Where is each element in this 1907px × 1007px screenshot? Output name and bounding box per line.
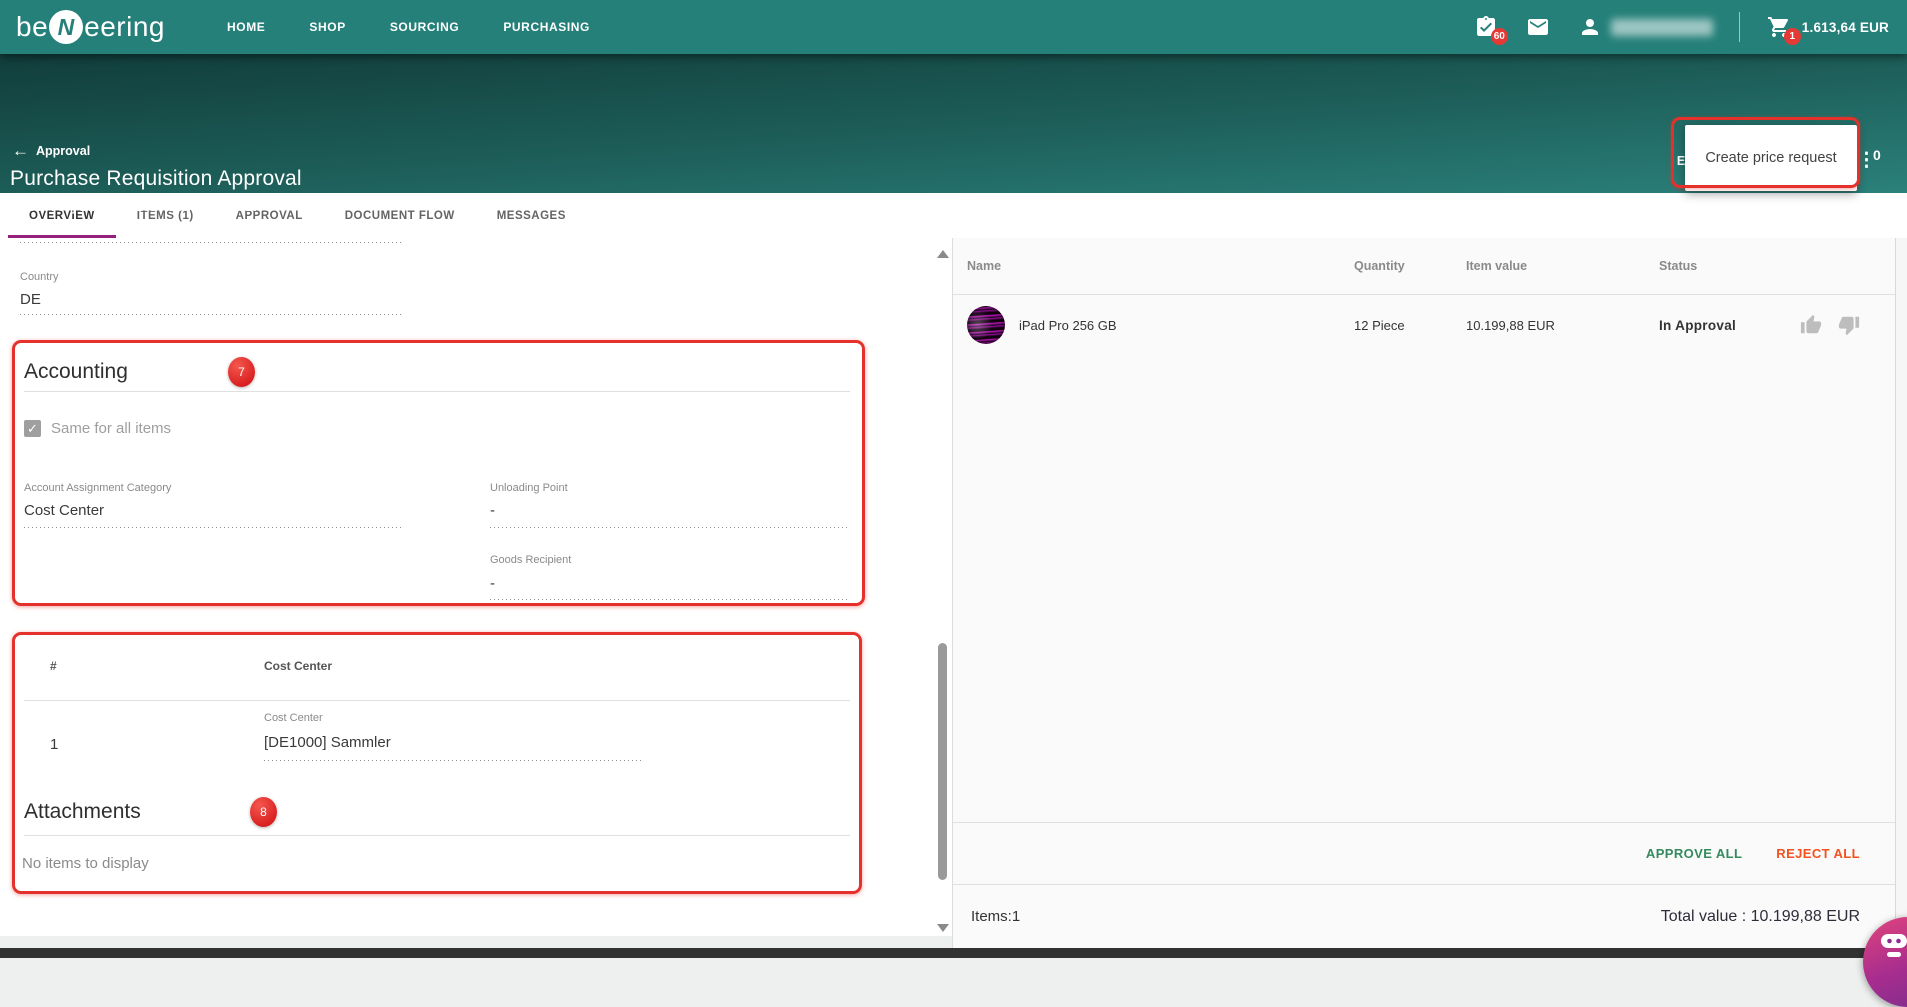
bottom-bar	[0, 948, 1907, 958]
attachments-divider	[24, 835, 850, 836]
left-panel-scrollbar	[934, 238, 951, 948]
back-link[interactable]: ← Approval	[12, 144, 90, 158]
truncated-field-underline	[20, 242, 402, 243]
tab-document-flow[interactable]: DOCUMENT FLOW	[324, 193, 476, 238]
nav-item-purchasing[interactable]: PURCHASING	[503, 20, 590, 34]
page-title: Purchase Requisition Approval	[10, 167, 302, 191]
context-dropdown: Create price request	[1685, 125, 1857, 191]
nav-item-shop[interactable]: SHOP	[309, 20, 345, 34]
cc-row-num: 1	[50, 736, 58, 753]
cc-row-underline	[264, 760, 644, 761]
accounting-heading: Accounting	[24, 360, 128, 384]
account-assignment-label: Account Assignment Category	[24, 482, 171, 494]
approve-all-button[interactable]: APPROVE ALL	[1646, 846, 1742, 861]
scroll-up-icon[interactable]	[937, 250, 949, 258]
col-status: Status	[1659, 259, 1787, 273]
item-value: 10.199,88 EUR	[1466, 318, 1659, 333]
totals-bar: Items:1 Total value : 10.199,88 EUR	[953, 884, 1895, 948]
account-assignment-underline	[24, 527, 402, 528]
thumbs-down-icon[interactable]	[1838, 314, 1860, 336]
tasks-clipboard-icon[interactable]: 60	[1473, 14, 1499, 40]
items-table-header: Name Quantity Item value Status	[953, 238, 1895, 295]
user-name-redacted	[1611, 19, 1713, 36]
user-account[interactable]	[1577, 14, 1713, 40]
back-arrow-icon: ←	[12, 145, 29, 157]
same-for-all-label: Same for all items	[51, 420, 171, 437]
annotation-box-accounting	[12, 340, 865, 606]
items-count: Items:1	[971, 908, 1020, 925]
country-underline	[20, 314, 402, 315]
cart-icon: 1	[1766, 14, 1792, 40]
items-panel-spacer	[953, 355, 1895, 822]
main-menu: HOME SHOP SOURCING PURCHASING	[227, 20, 590, 34]
reject-all-button[interactable]: REJECT ALL	[1776, 846, 1860, 861]
tasks-badge: 60	[1491, 28, 1508, 45]
nav-divider	[1739, 12, 1740, 42]
cc-col-num: #	[50, 659, 57, 673]
cc-row-field-label: Cost Center	[264, 712, 323, 724]
attachments-empty-text: No items to display	[22, 855, 149, 872]
nav-item-sourcing[interactable]: SOURCING	[390, 20, 459, 34]
logo-text-post: eering	[84, 11, 165, 43]
tab-messages[interactable]: MESSAGES	[476, 193, 587, 238]
country-label: Country	[20, 271, 59, 283]
cart-total: 1.613,64 EUR	[1802, 20, 1889, 35]
menu-item-create-price-request[interactable]: Create price request	[1705, 150, 1836, 166]
goods-recipient-label: Goods Recipient	[490, 554, 571, 566]
items-panel: Name Quantity Item value Status iPad Pro…	[953, 238, 1895, 948]
item-name: iPad Pro 256 GB	[1019, 318, 1117, 333]
navbar-right: 60 1 1.613,64 EUR	[1473, 12, 1907, 42]
col-quantity: Quantity	[1354, 259, 1466, 273]
mail-icon[interactable]	[1525, 14, 1551, 40]
counter-zero: 0	[1873, 147, 1881, 163]
item-quantity: 12 Piece	[1354, 318, 1466, 333]
goods-recipient-value: -	[490, 575, 495, 592]
col-item-value: Item value	[1466, 259, 1659, 273]
thumbs-up-icon[interactable]	[1800, 314, 1822, 336]
scrollbar-thumb[interactable]	[938, 643, 947, 880]
annotation-circle-7: 7	[228, 357, 255, 387]
unloading-point-underline	[490, 527, 850, 528]
cc-col-costcenter: Cost Center	[264, 659, 332, 673]
item-row[interactable]: iPad Pro 256 GB 12 Piece 10.199,88 EUR I…	[953, 295, 1895, 355]
same-for-all-checkbox[interactable]: ✓	[24, 420, 41, 437]
total-value: Total value : 10.199,88 EUR	[1661, 908, 1860, 926]
content-area: Country DE Accounting 7 ✓ Same for all i…	[0, 238, 1907, 948]
accounting-divider	[24, 391, 850, 392]
back-label: Approval	[36, 144, 90, 158]
app-logo[interactable]: be N eering	[16, 10, 165, 44]
page-header: ← Approval Purchase Requisition Approval…	[0, 54, 1907, 193]
logo-text-pre: be	[16, 11, 48, 43]
product-image	[967, 306, 1005, 344]
top-navbar: be N eering HOME SHOP SOURCING PURCHASIN…	[0, 0, 1907, 54]
logo-n-icon: N	[49, 10, 83, 44]
chat-bot-icon	[1880, 933, 1907, 959]
page-scrollbar[interactable]	[1895, 238, 1907, 948]
cc-table-divider	[24, 700, 850, 701]
cart-button[interactable]: 1 1.613,64 EUR	[1766, 14, 1889, 40]
nav-item-home[interactable]: HOME	[227, 20, 265, 34]
tab-bar: OVERVIEW ITEMS (1) APPROVAL DOCUMENT FLO…	[0, 193, 1907, 238]
unloading-point-value: -	[490, 502, 495, 519]
account-assignment-value: Cost Center	[24, 502, 104, 519]
goods-recipient-underline	[490, 599, 850, 600]
attachments-heading: Attachments	[24, 800, 141, 824]
cc-row-value[interactable]: [DE1000] Sammler	[264, 734, 391, 751]
user-icon	[1577, 14, 1603, 40]
country-value: DE	[20, 291, 41, 308]
annotation-circle-8: 8	[250, 797, 277, 827]
scroll-down-icon[interactable]	[937, 924, 949, 932]
item-status: In Approval	[1659, 318, 1787, 333]
page-subtitle: [10005787] EMPL_IUL01 - 2025-04-22 12:00	[10, 200, 272, 214]
unloading-point-label: Unloading Point	[490, 482, 568, 494]
col-name: Name	[967, 259, 1354, 273]
cart-badge: 1	[1784, 28, 1801, 45]
overview-panel: Country DE Accounting 7 ✓ Same for all i…	[0, 238, 952, 936]
bulk-actions-bar: APPROVE ALL REJECT ALL	[953, 822, 1895, 884]
